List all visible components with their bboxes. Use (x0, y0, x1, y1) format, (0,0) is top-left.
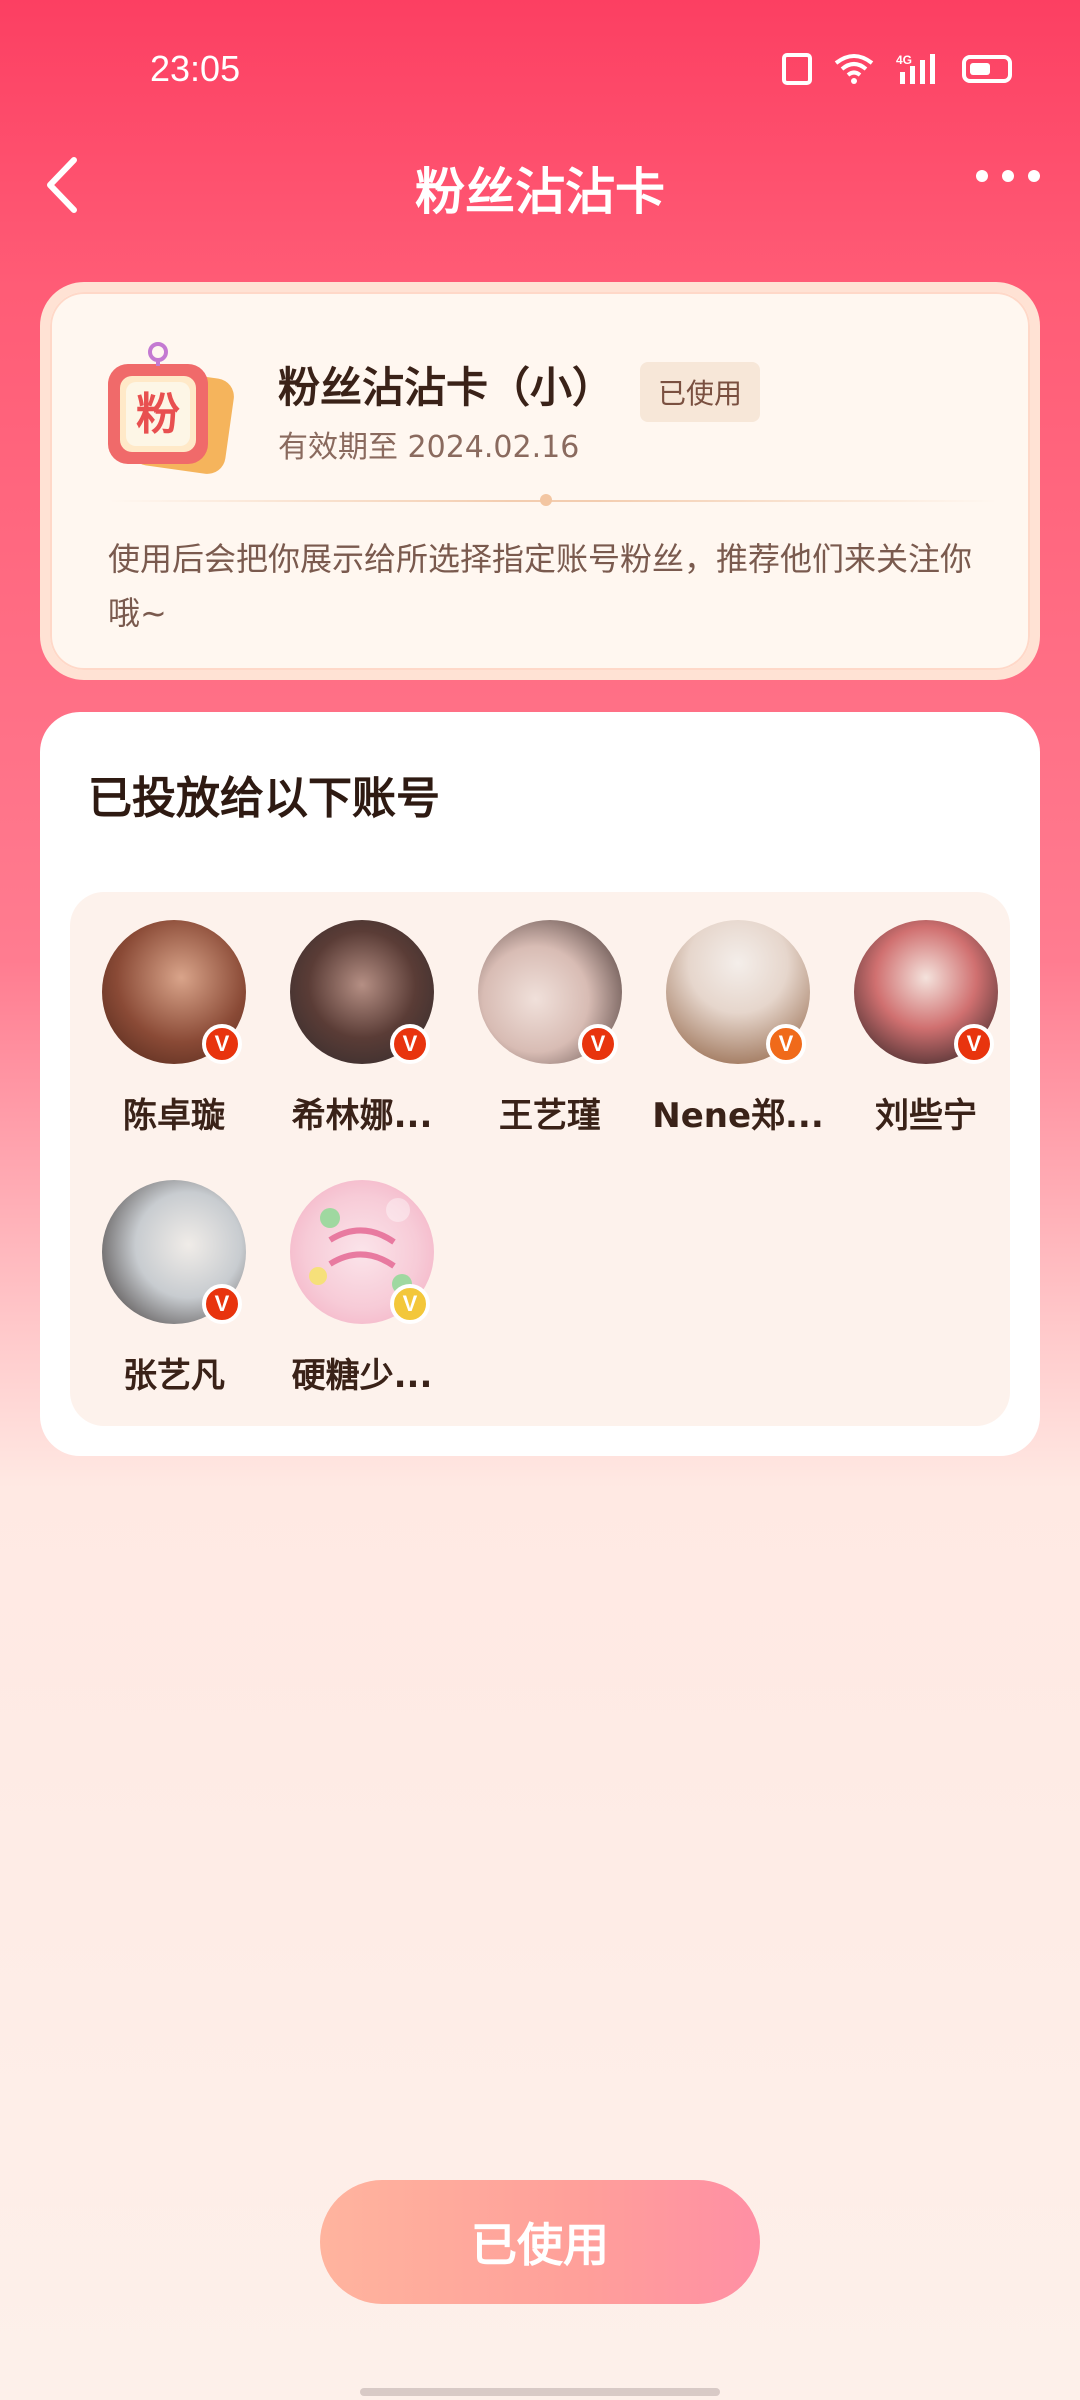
account-name: 张艺凡 (123, 1356, 225, 1396)
account-name: 王艺瑾 (499, 1096, 601, 1136)
verified-badge-icon: V (954, 1024, 994, 1064)
verified-badge-icon: V (390, 1284, 430, 1324)
verified-badge-icon: V (578, 1024, 618, 1064)
svg-text:粉: 粉 (136, 389, 180, 440)
verified-badge-icon: V (202, 1284, 242, 1324)
home-indicator[interactable] (360, 2388, 720, 2396)
account-item[interactable]: V 陈卓璇 (80, 920, 268, 1160)
account-item[interactable]: V 硬糖少... (268, 1180, 456, 1420)
accounts-grid: V 陈卓璇 V 希林娜... V 王艺瑾 V Nene郑... V 刘些宁 V … (70, 892, 1010, 1426)
account-item[interactable]: V 王艺瑾 (456, 920, 644, 1160)
account-item[interactable]: V 张艺凡 (80, 1180, 268, 1420)
account-name: 刘些宁 (875, 1096, 977, 1136)
account-name: 陈卓璇 (123, 1096, 225, 1136)
status-bar: 23:05 4G (0, 0, 1080, 140)
divider-dot (540, 494, 552, 506)
status-icons: 4G (782, 52, 1012, 86)
verified-badge-icon: V (390, 1024, 430, 1064)
signal-icon: 4G (896, 52, 940, 86)
card-description: 使用后会把你展示给所选择指定账号粉丝，推荐他们来关注你哦~ (108, 540, 973, 632)
verified-badge-icon: V (766, 1024, 806, 1064)
verified-badge-icon: V (202, 1024, 242, 1064)
account-item[interactable]: V 希林娜... (268, 920, 456, 1160)
divider (108, 500, 998, 502)
account-name: Nene郑... (652, 1096, 824, 1136)
page-title: 粉丝沾沾卡 (415, 163, 665, 221)
wifi-icon (834, 53, 874, 85)
account-name: 希林娜... (291, 1096, 433, 1136)
used-button[interactable]: 已使用 (320, 2180, 760, 2304)
card-expiry: 有效期至 2024.02.16 (278, 430, 580, 465)
used-status-badge: 已使用 (640, 362, 761, 422)
accounts-title: 已投放给以下账号 (88, 773, 440, 824)
accounts-panel: 已投放给以下账号 V 陈卓璇 V 希林娜... V 王艺瑾 V Nene郑...… (40, 712, 1040, 1456)
vibrate-icon (782, 53, 812, 85)
card-info: 粉 粉丝沾沾卡（小） 已使用 有效期至 2024.02.16 使用后会把你展示给… (40, 282, 1040, 680)
header: 粉丝沾沾卡 (0, 130, 1080, 240)
account-item[interactable]: V 刘些宁 (832, 920, 1020, 1160)
fan-card-icon: 粉 (94, 334, 242, 482)
more-options-icon[interactable] (976, 170, 1040, 182)
card-name: 粉丝沾沾卡（小） (278, 363, 615, 412)
svg-text:4G: 4G (896, 53, 912, 67)
account-item[interactable]: V Nene郑... (644, 920, 832, 1160)
account-name: 硬糖少... (291, 1356, 433, 1396)
status-time: 23:05 (150, 48, 241, 89)
battery-icon (962, 55, 1012, 83)
